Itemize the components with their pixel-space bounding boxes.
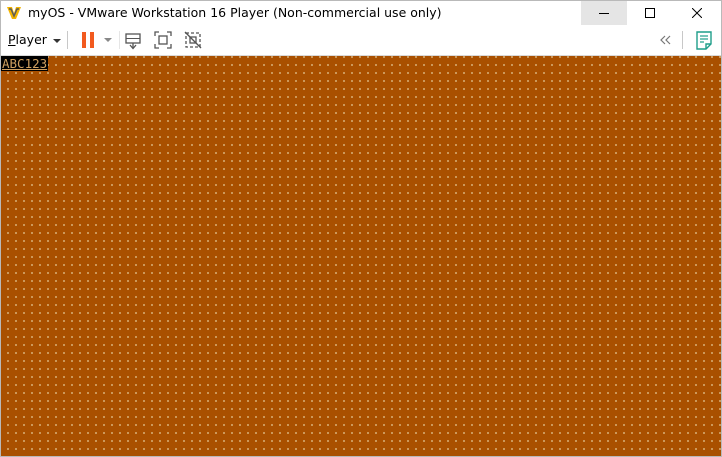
toolbar-separator (67, 31, 68, 49)
title-bar: myOS - VMware Workstation 16 Player (Non… (1, 1, 721, 25)
window-title: myOS - VMware Workstation 16 Player (Non… (28, 5, 442, 20)
guest-text-line: ABC123 (1, 56, 49, 71)
send-ctrl-alt-del-icon (125, 33, 141, 50)
chevron-down-icon (52, 38, 61, 43)
collapse-toolbar-button[interactable] (657, 28, 675, 52)
toolbar-separator (119, 31, 120, 49)
maximize-button[interactable] (627, 1, 673, 25)
toolbar-separator (682, 31, 683, 49)
close-icon (692, 8, 702, 18)
minimize-icon (599, 13, 609, 14)
maximize-icon (645, 8, 655, 18)
unity-button[interactable] (182, 28, 204, 52)
vmware-logo-icon (6, 5, 22, 21)
player-menu[interactable]: Player (4, 28, 65, 52)
vmware-player-window: myOS - VMware Workstation 16 Player (Non… (0, 0, 722, 457)
notes-icon (696, 31, 712, 50)
unity-icon (184, 31, 202, 49)
close-button[interactable] (673, 1, 721, 25)
notes-button[interactable] (693, 28, 715, 52)
fullscreen-button[interactable] (152, 28, 174, 52)
power-options-dropdown[interactable] (101, 28, 115, 52)
fullscreen-icon (154, 31, 172, 49)
pause-button[interactable] (79, 28, 97, 52)
toolbar: Player (1, 25, 721, 56)
minimize-button[interactable] (581, 1, 627, 25)
player-menu-label: layer (15, 32, 47, 47)
guest-display[interactable]: ABC123 (1, 56, 721, 456)
dropdown-caret-icon (104, 38, 112, 42)
send-ctrl-alt-del-button[interactable] (123, 28, 145, 52)
collapse-icon (660, 35, 671, 45)
player-menu-mnemonic: P (8, 32, 16, 47)
pause-icon (82, 32, 94, 48)
